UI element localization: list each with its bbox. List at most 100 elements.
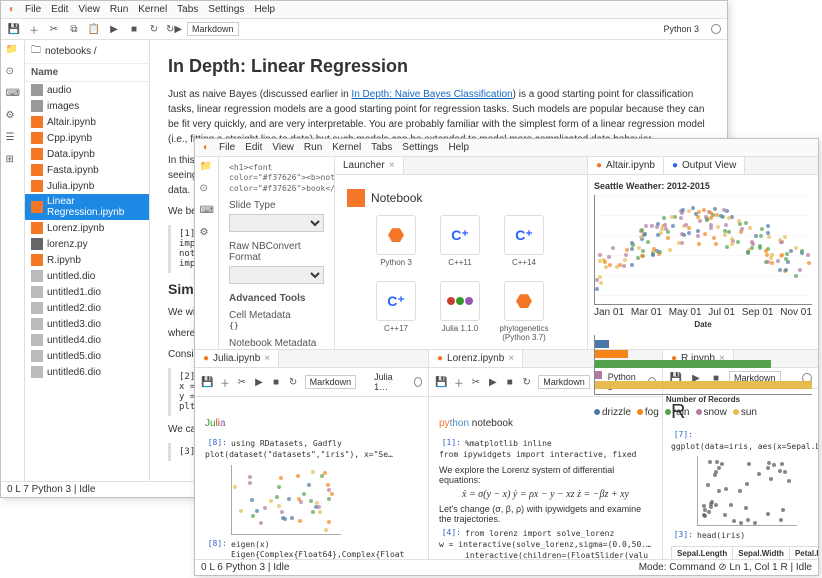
cell-type-select[interactable]: Markdown [538, 375, 590, 389]
menu-view[interactable]: View [78, 4, 100, 15]
launcher-card[interactable]: ⬣Python 3 [371, 215, 421, 267]
folder-icon[interactable]: 🗀 [31, 43, 41, 60]
menu-tabs[interactable]: Tabs [371, 142, 392, 153]
menu-help[interactable]: Help [254, 4, 275, 15]
close-icon[interactable]: × [508, 353, 514, 364]
file-item[interactable]: Altair.ipynb [25, 114, 149, 130]
paste-icon[interactable]: 📋 [87, 22, 101, 36]
code-cell[interactable]: using RDatasets, Gadfly plot(dataset("da… [205, 439, 393, 459]
file-item[interactable]: R.ipynb [25, 252, 149, 268]
file-item[interactable]: untitled.dio [25, 268, 149, 284]
extensions-icon[interactable]: ⊞ [6, 154, 20, 168]
output-text: interactive(children=(FloatSlider(valu e… [465, 551, 652, 559]
code-cell[interactable]: from lorenz import solve_lorenz w = inte… [439, 529, 651, 549]
save-icon[interactable]: 💾 [435, 375, 447, 389]
folder-icon[interactable]: 📁 [200, 161, 214, 175]
launcher-card[interactable]: ⬣phylogenetics (Python 3.7) [499, 281, 549, 342]
menu-settings[interactable]: Settings [402, 142, 438, 153]
menu-tabs[interactable]: Tabs [177, 4, 198, 15]
file-item[interactable]: Fasta.ipynb [25, 162, 149, 178]
code-cell[interactable]: head(iris) [697, 531, 745, 540]
stop-icon[interactable]: ■ [127, 22, 141, 36]
menu-file[interactable]: File [219, 142, 235, 153]
output-text: Eigen{Complex{Float64},Complex{Float 64}… [231, 550, 418, 559]
property-inspector-icon[interactable]: ⚙ [6, 110, 20, 124]
running-icon[interactable]: ⊙ [6, 66, 20, 80]
file-item[interactable]: untitled3.dio [25, 316, 149, 332]
launcher-card[interactable]: C⁺C++14 [499, 215, 549, 267]
kernel-name[interactable]: Python 3 [657, 23, 705, 35]
add-icon[interactable]: ＋ [453, 375, 464, 389]
advanced-tools-header[interactable]: Advanced Tools [229, 293, 324, 304]
run-icon[interactable]: ▶ [254, 375, 265, 389]
run-icon[interactable]: ▶ [487, 375, 498, 389]
file-item[interactable]: Cpp.ipynb [25, 130, 149, 146]
tab-julia[interactable]: ●Julia.ipynb× [195, 350, 279, 367]
file-item[interactable]: images [25, 98, 149, 114]
menu-kernel[interactable]: Kernel [138, 4, 167, 15]
naive-bayes-link[interactable]: In Depth: Naive Bayes Classification [351, 89, 512, 100]
running-icon[interactable]: ⊙ [200, 183, 214, 197]
tab-lorenz[interactable]: ●Lorenz.ipynb× [429, 350, 523, 367]
restart-run-icon[interactable]: ↻▶ [167, 22, 181, 36]
menu-edit[interactable]: Edit [51, 4, 68, 15]
file-item[interactable]: Lorenz.ipynb [25, 220, 149, 236]
save-icon[interactable]: 💾 [201, 375, 213, 389]
stop-icon[interactable]: ■ [504, 375, 515, 389]
menu-help[interactable]: Help [448, 142, 469, 153]
cell-type-select[interactable]: Markdown [305, 375, 357, 389]
file-item[interactable]: untitled6.dio [25, 364, 149, 380]
tabs-icon[interactable]: ☰ [6, 132, 20, 146]
raw-nbconvert-select[interactable] [229, 266, 324, 284]
add-icon[interactable]: ＋ [27, 22, 41, 36]
add-icon[interactable]: ＋ [219, 375, 230, 389]
launcher-card[interactable]: C⁺C++11 [435, 215, 485, 267]
copy-icon[interactable]: ⧉ [67, 22, 81, 36]
cell-type-select[interactable]: Markdown [187, 22, 239, 36]
code-cell[interactable]: %matplotlib inline from ipywidgets impor… [439, 439, 636, 459]
launcher-card[interactable]: Julia 1.1.0 [435, 281, 485, 342]
status-right: Mode: Command ⊘ Ln 1, Col 1 R | Idle [639, 562, 812, 573]
menu-run[interactable]: Run [110, 4, 128, 15]
tab-launcher[interactable]: Launcher× [335, 157, 404, 174]
code-cell[interactable]: eigen(x) [231, 540, 270, 549]
cut-icon[interactable]: ✂ [236, 375, 247, 389]
tab-output-view[interactable]: ●Output View [664, 157, 745, 174]
commands-icon[interactable]: ⌨ [200, 205, 214, 219]
file-item[interactable]: untitled5.dio [25, 348, 149, 364]
run-icon[interactable]: ▶ [107, 22, 121, 36]
code-cell[interactable]: ggplot(data=iris, aes(x=Sepal.Len… [671, 442, 818, 451]
menu-kernel[interactable]: Kernel [332, 142, 361, 153]
name-column-header[interactable]: Name [25, 64, 149, 82]
file-item[interactable]: Julia.ipynb [25, 178, 149, 194]
launcher-card[interactable]: C⁺C++17 [371, 281, 421, 342]
menu-settings[interactable]: Settings [208, 4, 244, 15]
close-icon[interactable]: × [264, 353, 270, 364]
restart-icon[interactable]: ↻ [288, 375, 299, 389]
restart-icon[interactable]: ↻ [147, 22, 161, 36]
file-item[interactable]: untitled2.dio [25, 300, 149, 316]
breadcrumb[interactable]: notebooks / [45, 46, 97, 57]
cut-icon[interactable]: ✂ [47, 22, 61, 36]
close-icon[interactable]: × [389, 160, 395, 171]
chart-title: Seattle Weather: 2012-2015 [594, 181, 812, 191]
menu-run[interactable]: Run [304, 142, 322, 153]
tab-altair[interactable]: ●Altair.ipynb [588, 157, 664, 174]
cut-icon[interactable]: ✂ [470, 375, 481, 389]
menu-file[interactable]: File [25, 4, 41, 15]
menu-view[interactable]: View [272, 142, 294, 153]
menu-edit[interactable]: Edit [245, 142, 262, 153]
file-item[interactable]: lorenz.py [25, 236, 149, 252]
slide-type-select[interactable] [229, 214, 324, 232]
commands-icon[interactable]: ⌨ [6, 88, 20, 102]
file-item[interactable]: untitled4.dio [25, 332, 149, 348]
save-icon[interactable]: 💾 [7, 22, 21, 36]
folder-icon[interactable]: 📁 [6, 44, 20, 58]
file-item[interactable]: Linear Regression.ipynb [25, 194, 149, 220]
property-inspector-icon[interactable]: ⚙ [200, 227, 214, 241]
file-item[interactable]: audio [25, 82, 149, 98]
restart-icon[interactable]: ↻ [521, 375, 532, 389]
file-item[interactable]: untitled1.dio [25, 284, 149, 300]
file-item[interactable]: Data.ipynb [25, 146, 149, 162]
stop-icon[interactable]: ■ [271, 375, 282, 389]
